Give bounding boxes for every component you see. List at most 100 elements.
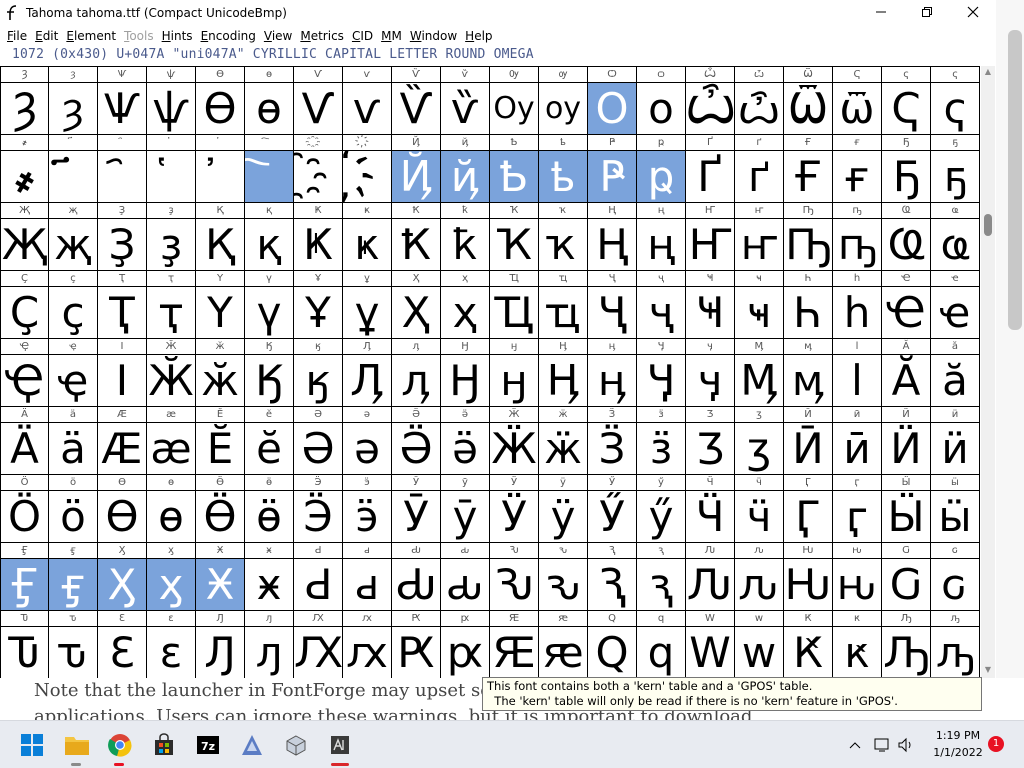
glyph-cell[interactable]: ӝӝ xyxy=(539,406,588,474)
glyph-cell[interactable]: ҟҟ xyxy=(441,202,490,270)
glyph-cell[interactable]: ӨӨ xyxy=(98,474,147,542)
glyph-cell[interactable]: ӑӑ xyxy=(931,338,980,406)
glyph-cell[interactable]: әә xyxy=(343,406,392,474)
scroll-down-icon[interactable]: ▼ xyxy=(981,664,995,676)
glyph-cell[interactable]: ӫӫ xyxy=(245,474,294,542)
glyph-cell[interactable]: ҚҚ xyxy=(196,202,245,270)
glyph-cell[interactable]: ҬҬ xyxy=(98,270,147,338)
menu-encoding[interactable]: Encoding xyxy=(197,26,260,46)
glyph-cell[interactable]: ӱӱ xyxy=(539,474,588,542)
glyph-cell[interactable]: ҃҃ xyxy=(49,134,98,202)
glyph-cell[interactable]: ԀԀ xyxy=(294,542,343,610)
vertical-scrollbar[interactable]: ▲ ▼ xyxy=(981,66,995,678)
glyph-cell[interactable]: ԔԔ xyxy=(294,610,343,678)
glyph-cell[interactable]: ӸӸ xyxy=(882,474,931,542)
glyph-cell[interactable]: ԄԄ xyxy=(490,542,539,610)
glyph-cell[interactable]: ԌԌ xyxy=(882,542,931,610)
glyph-cell[interactable]: ӜӜ xyxy=(490,406,539,474)
glyph-cell[interactable]: ԉԉ xyxy=(735,542,784,610)
glyph-cell[interactable]: Ѹ Оу xyxy=(490,66,539,134)
fontforge-window-icon[interactable] xyxy=(324,729,356,761)
glyph-cell[interactable]: ҧҧ xyxy=(833,202,882,270)
menu-file[interactable]: File xyxy=(0,26,31,46)
glyph-cell[interactable]: ӴӴ xyxy=(686,474,735,542)
app-cube-icon[interactable] xyxy=(280,729,312,761)
glyph-cell[interactable]: ҈҈ xyxy=(294,134,343,202)
glyph-cell[interactable]: ӅӅ xyxy=(343,338,392,406)
glyph-cell[interactable]: ҅҅ xyxy=(147,134,196,202)
clock[interactable]: 1:19 PM 1/1/2022 xyxy=(926,727,990,761)
glyph-cell[interactable]: ҄҄ xyxy=(98,134,147,202)
glyph-cell[interactable]: ӰӰ xyxy=(490,474,539,542)
glyph-cell[interactable]: ԡԡ xyxy=(931,610,980,678)
chrome-icon[interactable] xyxy=(104,729,136,761)
glyph-cell[interactable]: ӒӒ xyxy=(0,406,49,474)
glyph-cell[interactable]: ѼѼ xyxy=(686,66,735,134)
menu-edit[interactable]: Edit xyxy=(31,26,62,46)
glyph-cell[interactable]: ԜԜ xyxy=(686,610,735,678)
glyph-cell[interactable]: ҊҊ xyxy=(392,134,441,202)
glyph-cell[interactable]: ѵѵ xyxy=(343,66,392,134)
glyph-cell[interactable]: ҭҭ xyxy=(147,270,196,338)
glyph-cell[interactable]: ұұ xyxy=(343,270,392,338)
glyph-cell[interactable]: ҤҤ xyxy=(686,202,735,270)
glyph-cell[interactable]: ԂԂ xyxy=(392,542,441,610)
glyph-cell[interactable]: ԈԈ xyxy=(686,542,735,610)
glyph-cell[interactable]: ӬӬ xyxy=(294,474,343,542)
glyph-cell[interactable]: ҉҉ xyxy=(343,134,392,202)
glyph-cell[interactable]: ԗԗ xyxy=(441,610,490,678)
glyph-cell[interactable]: ҹҹ xyxy=(735,270,784,338)
glyph-cell[interactable]: ѽѽ xyxy=(735,66,784,134)
glyph-cell[interactable]: ққ xyxy=(245,202,294,270)
menu-view[interactable]: View xyxy=(260,26,296,46)
glyph-cell[interactable]: ԞԞ xyxy=(784,610,833,678)
glyph-cell[interactable]: ѻо xyxy=(637,66,686,134)
glyph-cell[interactable]: җҗ xyxy=(49,202,98,270)
glyph-cell[interactable]: ԠԠ xyxy=(882,610,931,678)
glyph-cell[interactable]: ӍӍ xyxy=(735,338,784,406)
glyph-cell[interactable]: ӘӘ xyxy=(294,406,343,474)
menu-hints[interactable]: Hints xyxy=(158,26,197,46)
glyph-cell[interactable]: ԁԁ xyxy=(343,542,392,610)
glyph-cell[interactable]: ҮҮ xyxy=(196,270,245,338)
glyph-cell[interactable]: ҨҨ xyxy=(882,202,931,270)
glyph-cell[interactable]: ԇԇ xyxy=(637,542,686,610)
glyph-cell[interactable]: ҞҞ xyxy=(392,202,441,270)
glyph-cell[interactable]: ҘҘ xyxy=(98,202,147,270)
glyph-cell[interactable]: ӪӪ xyxy=(196,474,245,542)
glyph-cell[interactable]: ӢӢ xyxy=(784,406,833,474)
glyph-cell[interactable]: ԅԅ xyxy=(539,542,588,610)
glyph-cell[interactable]: ԆԆ xyxy=(588,542,637,610)
glyph-cell[interactable]: ԚԚ xyxy=(588,610,637,678)
glyph-cell[interactable]: ӕӕ xyxy=(147,406,196,474)
menu-metrics[interactable]: Metrics xyxy=(296,26,348,46)
maximize-button[interactable] xyxy=(904,0,950,24)
glyph-cell[interactable]: ҿҿ xyxy=(49,338,98,406)
glyph-cell[interactable]: ҪҪ xyxy=(0,270,49,338)
glyph-cell[interactable]: ӶӶ xyxy=(784,474,833,542)
7zip-icon[interactable]: 7z xyxy=(192,729,224,761)
glyph-cell[interactable]: ӐӐ xyxy=(882,338,931,406)
glyph-cell[interactable]: ҩҩ xyxy=(931,202,980,270)
glyph-cell[interactable]: ԏԏ xyxy=(49,610,98,678)
glyph-cell[interactable]: ӏӏ xyxy=(833,338,882,406)
glyph-cell[interactable]: ҸҸ xyxy=(686,270,735,338)
glyph-cell[interactable]: ҰҰ xyxy=(294,270,343,338)
glyph-cell[interactable]: ԕԕ xyxy=(343,610,392,678)
glyph-cell[interactable]: ҦҦ xyxy=(784,202,833,270)
glyph-cell[interactable]: ҡҡ xyxy=(539,202,588,270)
glyph-cell[interactable]: ҳҳ xyxy=(441,270,490,338)
glyph-cell[interactable]: ӆӆ xyxy=(392,338,441,406)
close-button[interactable] xyxy=(950,0,996,24)
glyph-cell[interactable]: ӻӻ xyxy=(49,542,98,610)
glyph-cell[interactable]: ҲҲ xyxy=(392,270,441,338)
menu-mm[interactable]: MM xyxy=(377,26,406,46)
glyph-cell[interactable]: ѷѷ xyxy=(441,66,490,134)
glyph-cell[interactable]: ҂ ҂ xyxy=(0,134,49,202)
glyph-cell[interactable]: ҔҔ xyxy=(882,134,931,202)
glyph-cell[interactable]: ҢҢ xyxy=(588,202,637,270)
fontforge-app-icon[interactable] xyxy=(236,729,268,761)
glyph-cell[interactable]: ԙԙ xyxy=(539,610,588,678)
glyph-cell[interactable]: ҙҙ xyxy=(147,202,196,270)
glyph-cell[interactable]: ӃӃ xyxy=(245,338,294,406)
